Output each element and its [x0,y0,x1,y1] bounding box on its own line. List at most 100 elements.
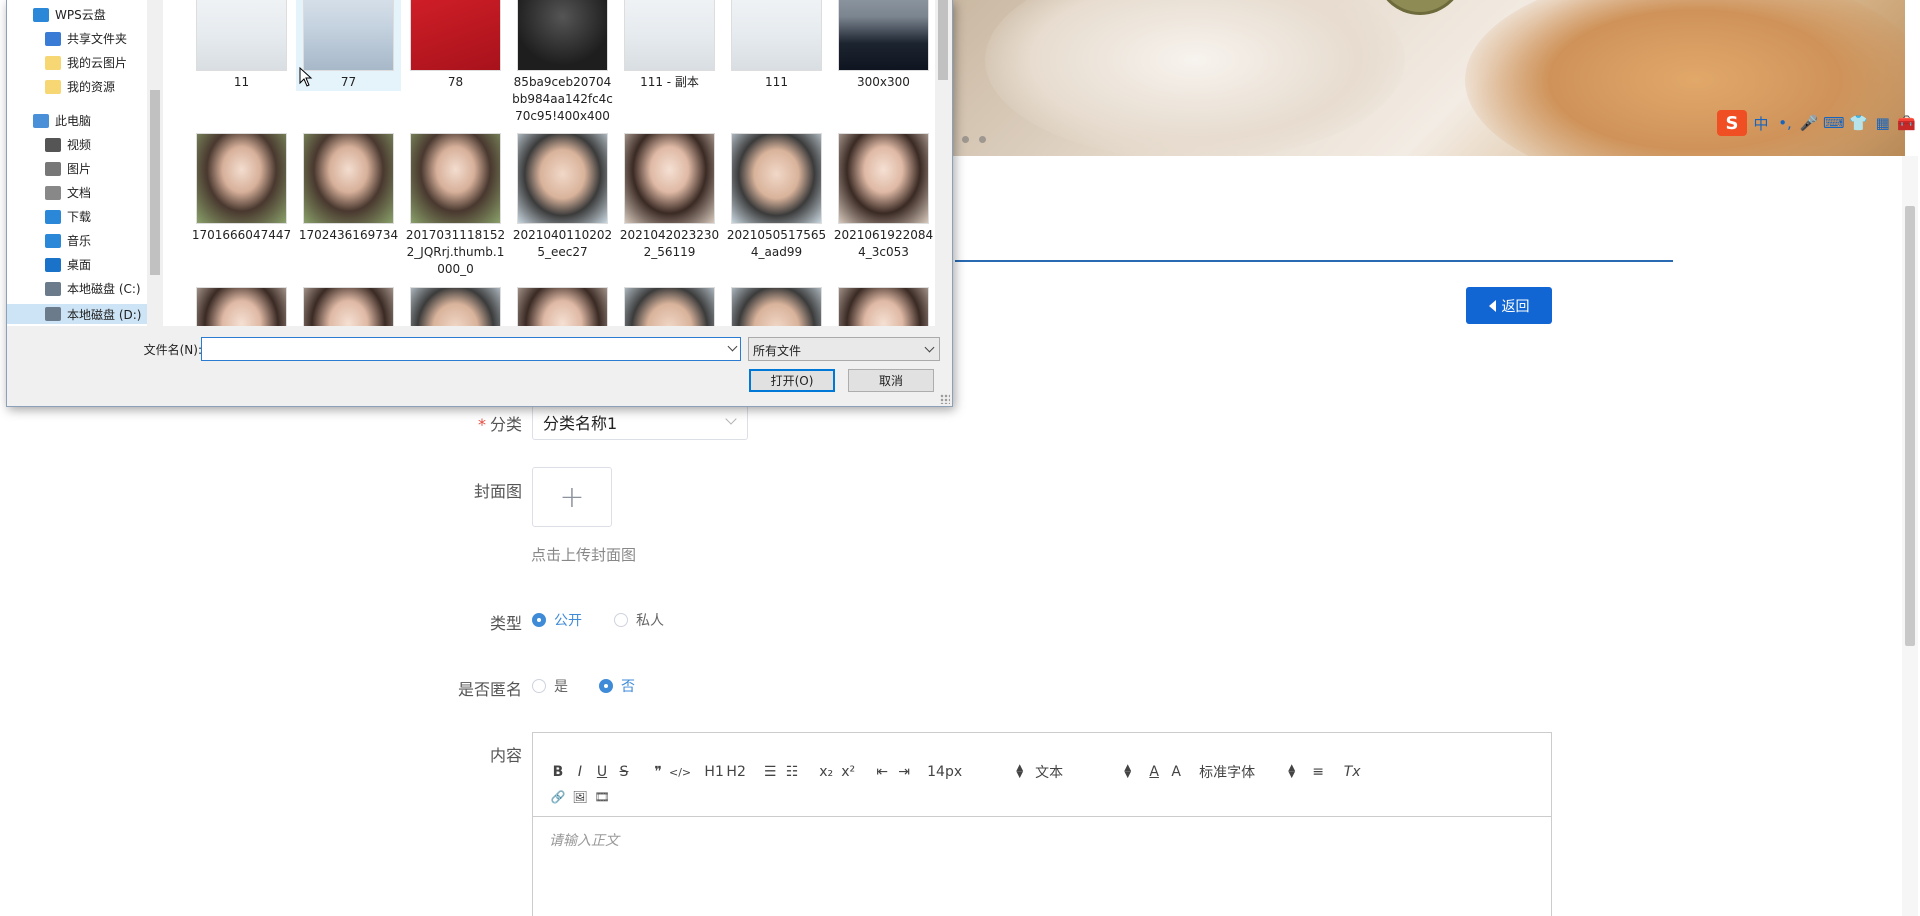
h1-button[interactable]: H1 [703,761,725,783]
ime-grid-icon[interactable]: ▦ [1873,114,1893,132]
subscript-button[interactable]: x₂ [815,761,837,783]
back-button[interactable]: 返回 [1466,287,1552,324]
superscript-button[interactable]: x² [837,761,859,783]
file-item[interactable]: 11 [189,0,294,91]
cover-upload-button[interactable]: + [532,467,612,527]
nav-item[interactable]: 本地磁盘 (D:) [7,304,147,324]
file-item[interactable]: 20210619220844_3c053 [831,133,935,261]
nav-item[interactable]: 下载 [45,208,91,225]
bullet-list-button[interactable]: ☷ [781,761,803,783]
file-item[interactable]: 20210505175654_aad99 [724,133,829,261]
type-radio-public[interactable]: 公开 [532,610,582,630]
nav-item[interactable]: 图片 [45,160,91,177]
editor-content[interactable]: 请输入正文 [533,817,1551,863]
desktop-icon [45,257,61,272]
block-format-select[interactable]: 文本 ▲ ▼ [1035,762,1131,782]
clear-format-button[interactable]: Tx [1341,761,1363,783]
indent-button[interactable]: ⇥ [893,761,915,783]
type-radio-private[interactable]: 私人 [614,610,664,630]
nav-item[interactable]: 我的资源 [45,78,115,95]
filename-input[interactable] [201,337,741,361]
file-thumbnail [196,287,287,326]
file-item[interactable]: 20210401102025_eec27 [510,133,615,261]
file-item[interactable]: 85ba9ceb20704bb984aa142fc4c70c95!400x400 [510,0,615,125]
file-item[interactable] [403,287,508,326]
folder-icon [45,55,61,70]
file-name: 20210619220844_3c053 [833,228,934,259]
nav-item[interactable]: 我的云图片 [45,54,127,71]
ime-mic-icon[interactable]: 🎤 [1799,114,1819,132]
background-color-button[interactable]: A [1165,761,1187,783]
ime-skin-icon[interactable]: 👕 [1849,114,1869,132]
strike-button[interactable]: S [613,761,635,783]
text-color-button[interactable]: A [1143,761,1165,783]
file-item[interactable]: 1701666047447 [189,133,294,244]
file-thumbnail [838,0,929,71]
file-grid-scrollbar[interactable] [935,0,952,326]
file-thumbnail [410,287,501,326]
ime-punct-icon[interactable]: •, [1775,114,1795,132]
rich-text-editor[interactable]: B I U S ❞ </> H1 H2 ☰ ☷ x₂ x² ⇤ ⇥ 14px ▲… [532,732,1552,916]
underline-button[interactable]: U [591,761,613,783]
file-item[interactable] [831,287,935,326]
h2-button[interactable]: H2 [725,761,747,783]
file-item[interactable] [510,287,615,326]
file-item[interactable] [617,287,722,326]
image-button[interactable]: 🖼 [569,786,591,808]
file-item[interactable] [724,287,829,326]
ime-toolbar[interactable]: S 中 •, 🎤 ⌨ 👕 ▦ 🧰 [1717,108,1917,138]
chevron-down-icon[interactable] [727,341,738,352]
file-item[interactable]: 20210420232302_56119 [617,133,722,261]
file-item[interactable]: 78 [403,0,508,91]
nav-item[interactable]: 文档 [45,184,91,201]
file-item[interactable]: 111 [724,0,829,91]
file-name: 1701666047447 [191,228,292,242]
sogou-logo-icon[interactable]: S [1717,110,1747,136]
italic-button[interactable]: I [569,761,591,783]
quote-button[interactable]: ❞ [647,761,669,783]
anonymous-radio-no[interactable]: 否 [599,676,635,696]
video-button[interactable]: 🎞 [591,786,613,808]
file-item[interactable]: 20170311181522_JQRrj.thumb.1000_0 [403,133,508,278]
nav-scrollbar[interactable] [147,0,163,326]
nav-item-label: 我的云图片 [67,56,128,70]
nav-item[interactable]: 桌面 [45,256,91,273]
nav-item[interactable]: WPS云盘 [33,6,106,23]
code-button[interactable]: </> [669,761,691,783]
file-item[interactable] [189,287,294,326]
content-label: 内容 [489,746,522,765]
cover-label: 封面图 [473,482,522,501]
file-thumbnail [624,287,715,326]
ime-keyboard-icon[interactable]: ⌨ [1823,114,1845,132]
nav-item[interactable]: 此电脑 [33,112,91,129]
file-item[interactable] [296,287,401,326]
download-icon [45,209,61,224]
ordered-list-button[interactable]: ☰ [759,761,781,783]
editor-toolbar: B I U S ❞ </> H1 H2 ☰ ☷ x₂ x² ⇤ ⇥ 14px ▲… [533,733,1551,817]
font-size-select[interactable]: 14px ▲ ▼ [927,764,1023,781]
anonymous-radio-yes[interactable]: 是 [532,676,568,696]
nav-item[interactable]: 本地磁盘 (C:) [45,280,141,297]
file-item[interactable]: 111 - 副本 [617,0,722,91]
font-family-select[interactable]: 标准字体 ▲ ▼ [1199,762,1295,782]
open-button[interactable]: 打开(O) [749,369,835,392]
file-thumbnail [303,0,394,71]
link-button[interactable]: 🔗 [547,786,569,808]
file-item[interactable]: 1702436169734 [296,133,401,244]
ime-toolbox-icon[interactable]: 🧰 [1897,114,1917,132]
nav-item[interactable]: 共享文件夹 [45,30,127,47]
file-item[interactable]: 300x300 [831,0,935,91]
bold-button[interactable]: B [547,761,569,783]
align-button[interactable]: ≡ [1307,761,1329,783]
outdent-button[interactable]: ⇤ [871,761,893,783]
cancel-button[interactable]: 取消 [848,369,934,392]
nav-item[interactable]: 音乐 [45,232,91,249]
ime-chinese-toggle[interactable]: 中 [1751,113,1771,134]
filetype-select[interactable]: 所有文件 [748,337,940,361]
page: S 中 •, 🎤 ⌨ 👕 ▦ 🧰 返回 * 分类 分类名称1 封面图 + 点击上传… [0,0,1920,916]
resize-grip-icon[interactable] [940,394,950,404]
page-scrollbar[interactable] [1902,156,1918,916]
file-thumbnail [303,287,394,326]
nav-item[interactable]: 视频 [45,136,91,153]
file-name: 111 [765,75,788,89]
